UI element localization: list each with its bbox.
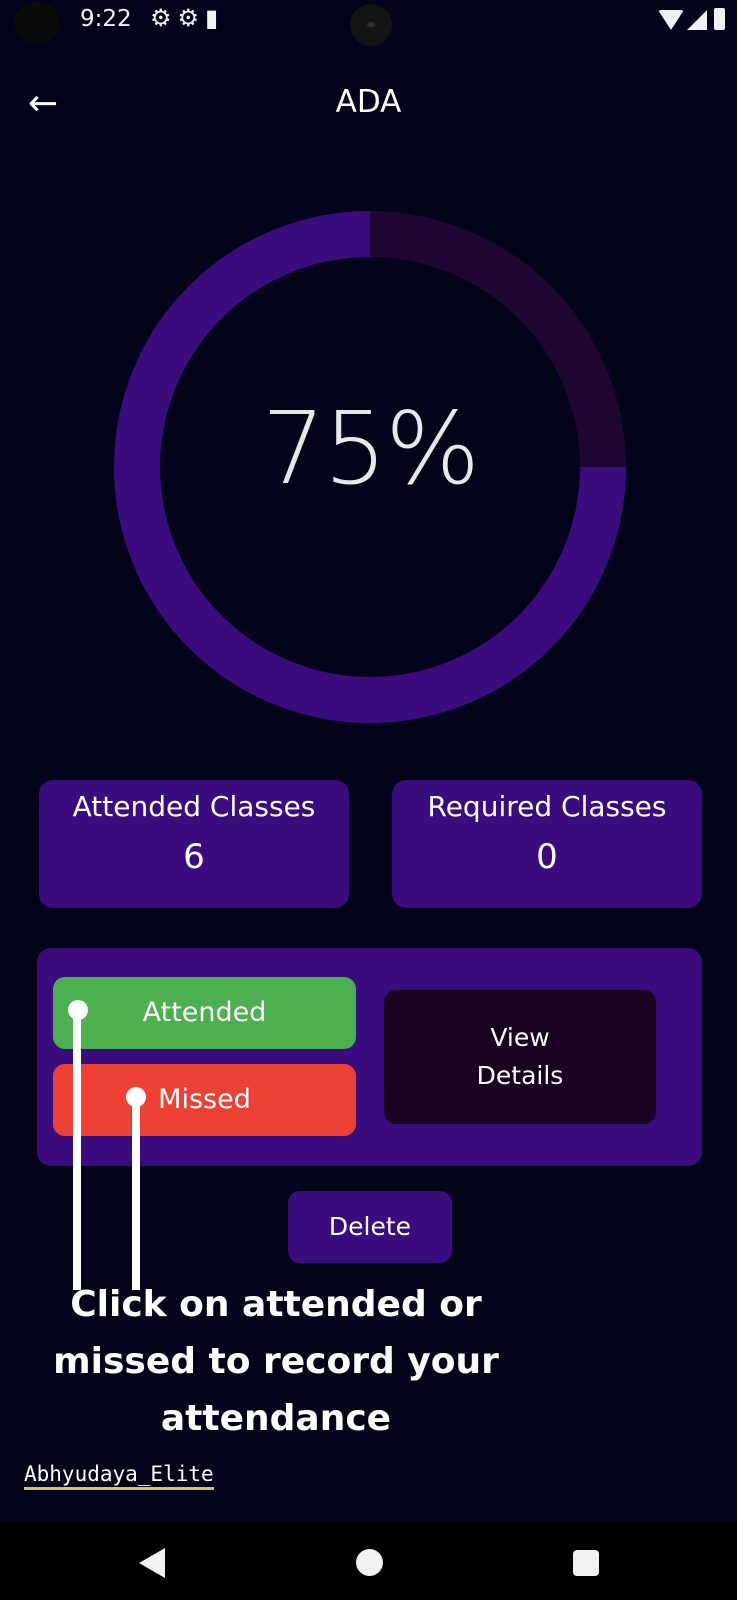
status-time: 9:22 — [80, 6, 132, 32]
attended-classes-label: Attended Classes — [72, 790, 316, 823]
status-notification-icons: ⚙⚙▮ — [150, 4, 225, 32]
pointer-line-missed — [132, 1097, 140, 1290]
system-nav-bar — [0, 1522, 737, 1600]
pointer-line-attended — [73, 1010, 81, 1290]
missed-button[interactable]: Missed — [53, 1064, 356, 1136]
system-icons — [658, 8, 725, 30]
battery-icon — [714, 8, 725, 30]
pointer-dot-attended — [68, 1000, 88, 1020]
required-classes-card: Required Classes 0 — [392, 780, 702, 908]
page-title: ADA — [335, 84, 402, 120]
required-classes-label: Required Classes — [427, 790, 667, 823]
delete-button[interactable]: Delete — [288, 1191, 452, 1263]
attended-classes-card: Attended Classes 6 — [39, 780, 349, 908]
tutorial-caption: Click on attended or missed to record yo… — [53, 1284, 499, 1439]
attended-button[interactable]: Attended — [53, 977, 356, 1049]
attended-classes-value: 6 — [183, 837, 205, 877]
required-classes-value: 0 — [536, 837, 558, 877]
pointer-dot-missed — [126, 1087, 146, 1107]
punch-hole-icon — [14, 2, 60, 44]
attendance-percentage: 75% — [261, 390, 480, 507]
view-details-label: View Details — [476, 1023, 564, 1090]
nav-recents-icon[interactable] — [573, 1550, 599, 1576]
front-camera-icon — [350, 4, 392, 46]
view-details-button[interactable]: View Details — [384, 990, 656, 1124]
wifi-icon — [658, 10, 684, 30]
nav-home-icon[interactable] — [356, 1549, 383, 1576]
watermark-text: Abhyudaya_Elite — [24, 1462, 214, 1490]
signal-icon — [687, 10, 707, 30]
status-bar: 9:22 ⚙⚙▮ — [0, 0, 737, 46]
nav-back-icon[interactable] — [139, 1548, 165, 1578]
